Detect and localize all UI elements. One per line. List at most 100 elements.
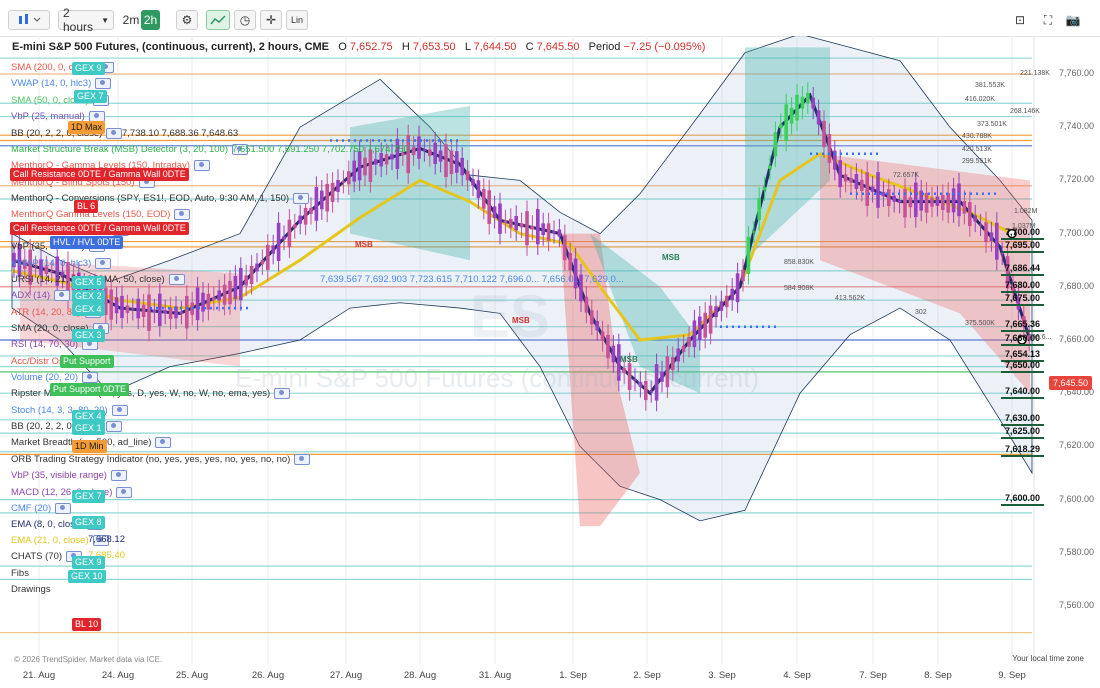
interval-2h-button[interactable]: 2h (141, 10, 160, 30)
candle-body (482, 188, 486, 209)
volume-profile-label: 381.553K (975, 82, 1005, 89)
candle-body (330, 182, 335, 203)
eye-icon[interactable] (168, 274, 185, 285)
price-tick: 7,600.00 (1058, 493, 1094, 504)
candle-body (325, 183, 329, 212)
candle-body (773, 132, 778, 157)
volume-profile-label: 416.020K (965, 96, 995, 103)
high-value: 7,653.50 (412, 41, 456, 53)
indicator-value: 7,639.567 7,692.903 7,723.615 7,710.122 … (320, 274, 624, 285)
chart-type-button[interactable] (8, 10, 50, 30)
indicator-legend-item[interactable]: ADX (14) (11, 290, 71, 302)
crosshair-button[interactable]: ✛ (260, 10, 282, 30)
candle-body (206, 293, 211, 310)
eye-icon[interactable] (54, 290, 71, 301)
candle-body (455, 151, 459, 173)
candle-body (887, 189, 891, 207)
settings-button[interactable]: ⚙ (176, 10, 198, 30)
level-label: 7,625.00 (1000, 426, 1045, 440)
price-tick: 7,660.00 (1058, 334, 1094, 344)
candle-body (908, 197, 913, 208)
eye-icon[interactable] (274, 388, 291, 399)
price-tick: 7,760.00 (1058, 68, 1094, 78)
candle-body (946, 192, 950, 213)
candle-body (779, 124, 783, 129)
candle-body (951, 188, 956, 213)
price-tick: 7,620.00 (1058, 440, 1094, 451)
candle-body (287, 219, 292, 248)
level-badge: 1D Min (72, 440, 107, 453)
eye-icon[interactable] (106, 128, 123, 139)
level-badge: GEX 9 (72, 62, 105, 75)
candle-body (973, 215, 977, 222)
level-badge: GEX 9 (72, 556, 105, 569)
indicator-legend-item[interactable]: ORB Trading Strategy Indicator (no, yes,… (11, 454, 311, 466)
indicator-label: ADX (14) (11, 290, 51, 302)
scale-lin-button[interactable]: Lin (286, 10, 308, 30)
level-label: 7,640.00 (1000, 386, 1045, 400)
volume-profile-label: 298.6... (1028, 334, 1052, 341)
fullscreen-icon[interactable]: ⛶ (1040, 10, 1056, 30)
level-badge: GEX 7 (72, 490, 105, 503)
camera-icon[interactable]: 📷 (1064, 10, 1082, 30)
candle-body (914, 182, 918, 218)
indicator-value: 7,738.10 7,688.36 7,648.63 (122, 128, 239, 139)
interval-2m-button[interactable]: 2m (120, 10, 142, 30)
eye-icon[interactable] (294, 454, 311, 465)
volume-profile-label: 1.082M (1014, 208, 1038, 215)
eye-icon[interactable] (174, 209, 191, 220)
indicator-legend-item[interactable]: VWAP (14, 0, hlc3) (11, 258, 112, 270)
indicator-legend-item[interactable]: Stoch (14, 3, 3, 80, 20) (11, 405, 128, 417)
indicator-legend-item[interactable]: BB (20, 2, 2, 0, close) (11, 421, 123, 433)
bull-cloud (350, 105, 470, 261)
eye-icon[interactable] (95, 258, 112, 269)
candle-body (131, 308, 135, 310)
indicator-legend-item[interactable]: MenthorQ Gamma Levels (150, EOD) (11, 209, 191, 221)
eye-icon[interactable] (55, 503, 72, 514)
candle-body (546, 223, 551, 241)
indicator-legend-item[interactable]: VbP (35, visible range) (11, 470, 127, 482)
indicator-label: Market Structure Break (MSB) Detector (3… (11, 144, 228, 156)
candle-body (962, 200, 967, 214)
candle-body (438, 150, 443, 162)
candle-body (800, 96, 805, 109)
volume-profile-label: 373.501K (977, 121, 1007, 128)
eye-icon[interactable] (82, 372, 99, 383)
indicator-legend-item[interactable]: CMF (20) (11, 503, 72, 515)
indicator-legend-item[interactable]: MenthorQ - Conversions (SPY, ES1!, EOD, … (11, 193, 310, 205)
indicator-legend-item[interactable]: Market Structure Break (MSB) Detector (3… (11, 144, 248, 156)
indicator-label: VWAP (14, 0, hlc3) (11, 78, 92, 90)
date-tick: 28. Aug (403, 670, 437, 681)
indicator-legend-item[interactable]: VWAP (14, 0, hlc3) (11, 78, 112, 90)
volume-profile-label: 584.908K (784, 285, 814, 292)
timezone-label[interactable]: Your local time zone (1012, 654, 1084, 663)
eye-icon[interactable] (116, 487, 133, 498)
eye-icon[interactable] (194, 160, 210, 171)
candle-body (600, 331, 605, 342)
eye-icon[interactable] (155, 437, 172, 448)
ai-icon[interactable]: ⊡ (1012, 10, 1028, 30)
eye-icon[interactable] (106, 421, 123, 432)
candle-body (806, 93, 810, 104)
replay-button[interactable]: ◷ (234, 10, 256, 30)
candle-body (298, 215, 302, 224)
indicators-button[interactable] (206, 10, 230, 30)
indicator-legend-item[interactable]: BB (20, 2, 2, 0, close) (11, 128, 123, 140)
eye-icon[interactable] (95, 78, 112, 89)
eye-icon[interactable] (111, 405, 128, 416)
candle-body (152, 309, 157, 313)
gear-icon: ⚙ (181, 13, 193, 27)
open-value: 7,652.75 (349, 41, 393, 53)
level-badge: GEX 5 (72, 276, 105, 289)
candle-body (536, 209, 540, 245)
candle-body (422, 149, 427, 151)
candle-body (271, 245, 275, 254)
candle-body (217, 290, 221, 301)
candle-body (714, 306, 718, 318)
eye-icon[interactable] (110, 470, 127, 481)
eye-icon[interactable] (293, 193, 310, 204)
indicator-legend-item[interactable]: Drawings (11, 584, 51, 596)
interval-select[interactable]: 2 hours ▼ (58, 6, 114, 34)
candlestick-icon (19, 14, 41, 24)
indicator-legend-item[interactable]: Fibs (11, 568, 29, 580)
